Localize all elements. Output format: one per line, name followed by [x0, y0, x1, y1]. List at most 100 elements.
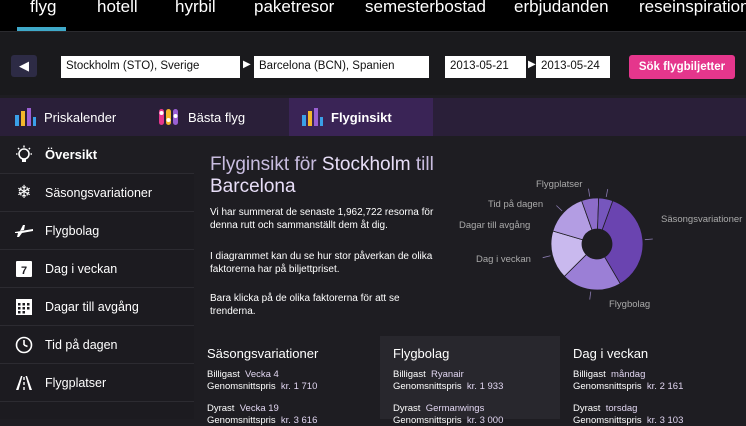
card-expensive: Dyrast Germanwings	[393, 403, 484, 414]
svg-text:7: 7	[21, 265, 27, 277]
expensive-value: Vecka 19	[239, 403, 279, 414]
card-heading: Dag i veckan	[573, 346, 649, 361]
expensive-label: Dyrast	[573, 403, 601, 414]
sidebar-item-label: Flygplatser	[45, 375, 107, 390]
sidebar-item-oversikt[interactable]: Översikt	[0, 136, 194, 174]
back-button[interactable]: ◀	[11, 55, 37, 77]
expensive-value: Germanwings	[425, 403, 485, 414]
arrow-right-icon: ▶	[528, 59, 536, 70]
factor-donut-chart	[542, 188, 653, 300]
search-flights-button[interactable]: Sök flygbiljetter	[629, 55, 735, 79]
top-navigation: flyg hotell hyrbil paketresor semesterbo…	[0, 0, 746, 31]
insight-tabs: Priskalender Bästa flyg Flyginsikt	[0, 98, 746, 136]
tab-label: Bästa flyg	[188, 109, 246, 125]
card-cheapest: Billigast måndag	[573, 369, 645, 380]
summary-card-dag-i-veckan[interactable]: Dag i veckan Billigast måndag Genomsnitt…	[560, 336, 746, 426]
cheapest-value: Ryanair	[431, 369, 464, 380]
tab-flyginsikt[interactable]: Flyginsikt	[289, 98, 433, 136]
sidebar-item-tid-pa-dagen[interactable]: Tid på dagen	[0, 326, 194, 364]
calendar-day-icon: 7	[14, 259, 34, 279]
average-value: kr. 3 616	[280, 415, 318, 426]
return-date-input[interactable]: 2013-05-24	[536, 56, 610, 78]
average-label: Genomsnittspris	[573, 381, 642, 392]
average-label: Genomsnittspris	[393, 381, 462, 392]
card-average-2: Genomsnittspris kr. 3 616	[207, 415, 317, 426]
card-heading: Säsongsvariationer	[207, 346, 319, 361]
average-label: Genomsnittspris	[207, 381, 276, 392]
chart-label-sasongsvariationer[interactable]: Säsongsvariationer	[661, 214, 742, 225]
donut-leader-2	[542, 255, 551, 259]
sidebar-item-sasongsvariationer[interactable]: ❄ Säsongsvariationer	[0, 174, 194, 212]
chevron-left-icon: ◀	[19, 58, 29, 73]
search-bar: ◀ Stockholm (STO), Sverige ▶ Barcelona (…	[0, 31, 746, 95]
sidebar-item-label: Översikt	[45, 147, 98, 162]
donut-leader-4	[588, 188, 591, 197]
lightbulb-icon	[14, 145, 34, 165]
bar-chart-icon	[302, 108, 323, 126]
nav-paketresor[interactable]: paketresor	[254, 0, 334, 17]
nav-semesterbostad[interactable]: semesterbostad	[365, 0, 486, 17]
average-value: kr. 1 933	[466, 381, 504, 392]
tab-priskalender[interactable]: Priskalender	[0, 98, 146, 136]
average-value: kr. 2 161	[646, 381, 684, 392]
average-label: Genomsnittspris	[393, 415, 462, 426]
cheapest-value: Vecka 4	[245, 369, 279, 380]
sidebar: Översikt ❄ Säsongsvariationer Flygbolag …	[0, 136, 194, 419]
sidebar-item-flygbolag[interactable]: Flygbolag	[0, 212, 194, 250]
nav-reseinspiration[interactable]: reseinspiration	[639, 0, 746, 17]
tab-label: Flyginsikt	[331, 109, 392, 125]
average-label: Genomsnittspris	[207, 415, 276, 426]
sidebar-item-flygplatser[interactable]: Flygplatser	[0, 364, 194, 402]
nav-hotell[interactable]: hotell	[97, 0, 138, 17]
nav-hyrbil[interactable]: hyrbil	[175, 0, 216, 17]
sidebar-item-dagar-till-avgang[interactable]: Dagar till avgång	[0, 288, 194, 326]
destination-input[interactable]: Barcelona (BCN), Spanien	[254, 56, 429, 78]
bar-chart-icon	[15, 108, 36, 126]
calendar-grid-icon	[14, 297, 34, 317]
clock-icon	[14, 335, 34, 355]
tab-basta-flyg[interactable]: Bästa flyg	[146, 98, 289, 136]
runway-icon	[14, 373, 34, 393]
chart-label-flygbolag[interactable]: Flygbolag	[609, 299, 650, 310]
donut-leader-3	[556, 205, 563, 212]
chart-label-dagar-till-avgang[interactable]: Dagar till avgång	[459, 220, 530, 231]
chart-label-dag-i-veckan[interactable]: Dag i veckan	[476, 254, 531, 265]
expensive-label: Dyrast	[207, 403, 235, 414]
average-label: Genomsnittspris	[573, 415, 642, 426]
average-value: kr. 3 103	[646, 415, 684, 426]
arrow-right-icon: ▶	[243, 59, 251, 70]
card-average: Genomsnittspris kr. 1 710	[207, 381, 317, 392]
chart-label-flygplatser[interactable]: Flygplatser	[536, 179, 582, 190]
donut-leader-5	[605, 188, 609, 197]
snowflake-icon: ❄	[16, 182, 32, 202]
expensive-value: torsdag	[605, 403, 638, 414]
card-cheapest: Billigast Ryanair	[393, 369, 464, 380]
chart-label-tid-pa-dagen[interactable]: Tid på dagen	[488, 199, 543, 210]
card-average-2: Genomsnittspris kr. 3 000	[393, 415, 503, 426]
sidebar-item-label: Dag i veckan	[45, 261, 118, 276]
card-average: Genomsnittspris kr. 1 933	[393, 381, 503, 392]
summary-card-sasong[interactable]: Säsongsvariationer Billigast Vecka 4 Gen…	[194, 336, 380, 426]
cheapest-label: Billigast	[207, 369, 240, 380]
sidebar-item-dag-i-veckan[interactable]: 7 Dag i veckan	[0, 250, 194, 288]
card-average-2: Genomsnittspris kr. 3 103	[573, 415, 683, 426]
summary-card-flygbolag[interactable]: Flygbolag Billigast Ryanair Genomsnittsp…	[380, 336, 560, 426]
depart-date-input[interactable]: 2013-05-21	[445, 56, 526, 78]
card-expensive: Dyrast Vecka 19	[207, 403, 279, 414]
rating-icon	[159, 109, 178, 125]
sidebar-item-label: Tid på dagen	[45, 337, 118, 352]
card-expensive: Dyrast torsdag	[573, 403, 637, 414]
expensive-label: Dyrast	[393, 403, 421, 414]
average-value: kr. 3 000	[466, 415, 504, 426]
origin-input[interactable]: Stockholm (STO), Sverige	[61, 56, 240, 78]
airplane-icon	[14, 221, 34, 241]
main-content: Flyginsikt för Stockholm till Barcelona …	[194, 136, 746, 426]
sidebar-item-label: Flygbolag	[45, 223, 100, 238]
average-value: kr. 1 710	[280, 381, 318, 392]
nav-flyg[interactable]: flyg	[30, 0, 56, 17]
donut-leader-1	[589, 291, 592, 300]
cheapest-label: Billigast	[573, 369, 606, 380]
cheapest-value: måndag	[611, 369, 646, 380]
nav-erbjudanden[interactable]: erbjudanden	[514, 0, 609, 17]
card-average: Genomsnittspris kr. 2 161	[573, 381, 683, 392]
